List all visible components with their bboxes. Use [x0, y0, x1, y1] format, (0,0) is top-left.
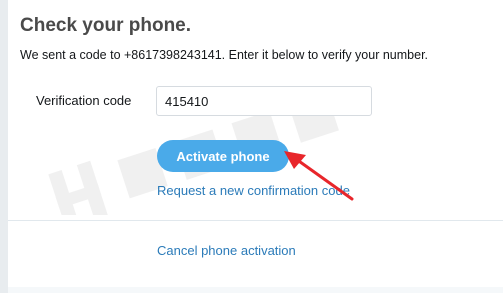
cancel-activation-link[interactable]: Cancel phone activation	[157, 243, 296, 258]
verification-code-label: Verification code	[36, 93, 132, 108]
instruction-text: We sent a code to +8617398243141. Enter …	[20, 48, 429, 62]
left-border	[0, 0, 8, 293]
activate-phone-button[interactable]: Activate phone	[157, 140, 289, 172]
phone-verification-page: Check your phone. We sent a code to +861…	[0, 0, 503, 293]
verification-code-input[interactable]	[156, 86, 372, 116]
divider	[8, 220, 503, 221]
request-new-code-link[interactable]: Request a new confirmation code	[157, 183, 350, 198]
page-title: Check your phone.	[20, 15, 192, 36]
bottom-strip	[8, 287, 503, 293]
